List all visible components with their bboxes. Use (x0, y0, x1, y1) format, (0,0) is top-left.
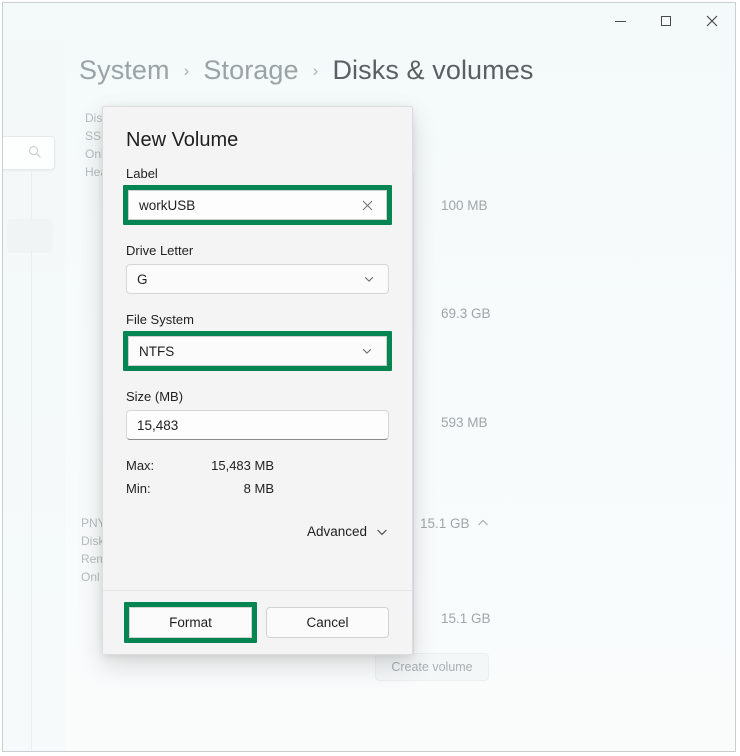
create-volume-label: Create volume (391, 660, 473, 674)
max-row: Max: 15,483 MB (126, 458, 389, 473)
minimize-icon (614, 20, 626, 22)
search-icon (28, 145, 42, 164)
file-system-field-block: File System NTFS (123, 312, 392, 371)
chevron-down-icon (360, 270, 378, 288)
file-system-highlight: NTFS (123, 331, 392, 371)
size-input-value: 15,483 (137, 417, 179, 433)
breadcrumb: System › Storage › Disks & volumes (79, 55, 533, 86)
max-label: Max: (126, 458, 155, 473)
volume-size: 69.3 GB (441, 306, 491, 321)
clear-label-button[interactable] (358, 196, 376, 214)
rail-divider (31, 172, 32, 751)
size-input[interactable]: 15,483 (126, 410, 389, 440)
chevron-up-icon[interactable] (475, 515, 491, 536)
volume-size: 593 MB (441, 415, 488, 430)
cancel-button-wrap: Cancel (266, 607, 389, 638)
drive-letter-value: G (137, 271, 148, 287)
chevron-down-icon (375, 525, 389, 539)
volume-size: 15.1 GB (441, 611, 491, 626)
dialog-title: New Volume (126, 129, 239, 151)
minimize-button[interactable] (597, 3, 643, 39)
create-volume-button[interactable]: Create volume (375, 653, 489, 681)
drive-letter-field-block: Drive Letter G (126, 243, 389, 294)
maximize-icon (661, 16, 671, 26)
close-icon (706, 15, 718, 27)
file-system-caption: File System (126, 312, 194, 327)
close-button[interactable] (689, 3, 735, 39)
chevron-down-icon (358, 342, 376, 360)
drive-letter-caption: Drive Letter (126, 243, 194, 258)
search-box[interactable] (3, 136, 55, 170)
size-field-block: Size (MB) 15,483 (126, 389, 389, 440)
cancel-button[interactable]: Cancel (266, 607, 389, 638)
label-input-value: workUSB (139, 197, 196, 213)
size-caption: Size (MB) (126, 389, 184, 404)
breadcrumb-separator: › (183, 61, 190, 80)
label-field-block: Label workUSB (123, 166, 392, 225)
window-titlebar (3, 3, 735, 39)
dialog-footer: Format Cancel (103, 590, 412, 654)
content-divider (413, 173, 414, 673)
breadcrumb-item-system[interactable]: System (79, 55, 170, 86)
format-button[interactable]: Format (129, 607, 252, 638)
advanced-label: Advanced (306, 524, 367, 539)
breadcrumb-item-storage[interactable]: Storage (203, 55, 298, 86)
min-row: Min: 8 MB (126, 481, 389, 496)
close-icon (362, 200, 372, 210)
maximize-button[interactable] (643, 3, 689, 39)
file-system-select[interactable]: NTFS (128, 336, 387, 366)
volume-size: 15.1 GB (420, 516, 470, 531)
min-value: 8 MB (243, 481, 274, 496)
settings-window: System › Storage › Disks & volumes Disk … (2, 2, 736, 752)
size-limits: Max: 15,483 MB Min: 8 MB (126, 458, 389, 496)
volume-size: 100 MB (441, 198, 488, 213)
advanced-toggle[interactable]: Advanced (126, 524, 389, 539)
label-input[interactable]: workUSB (128, 190, 387, 220)
disk-info-line: Onl (81, 570, 100, 584)
label-field-highlight: workUSB (123, 185, 392, 225)
label-field-caption: Label (126, 166, 158, 181)
min-label: Min: (126, 481, 151, 496)
format-button-highlight: Format (124, 602, 257, 643)
drive-letter-select[interactable]: G (126, 264, 389, 294)
disk-info-line: Disk (81, 534, 105, 548)
page-title: Disks & volumes (332, 55, 534, 85)
sidebar-item-placeholder[interactable] (7, 219, 53, 253)
dialog-body: New Volume Label workUSB Drive Letter G … (103, 107, 412, 590)
breadcrumb-separator: › (312, 61, 319, 80)
max-value: 15,483 MB (211, 458, 274, 473)
new-volume-dialog: New Volume Label workUSB Drive Letter G … (102, 106, 413, 655)
file-system-value: NTFS (139, 343, 175, 359)
sidebar-nav-rail (3, 39, 65, 751)
disk-info-line: Onl (85, 147, 104, 161)
